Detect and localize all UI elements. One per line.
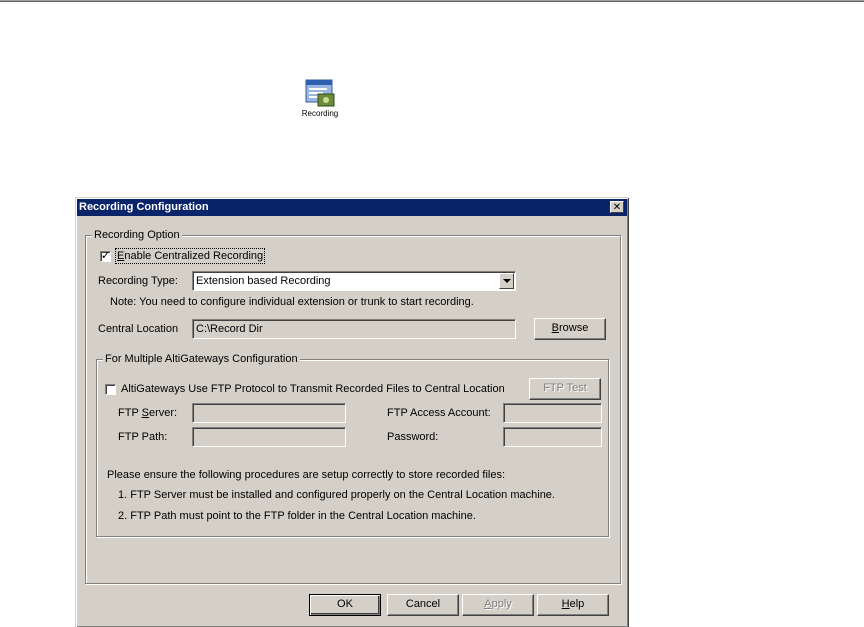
enable-centralized-recording-checkbox[interactable]: ✓ bbox=[100, 250, 111, 262]
ftp-protocol-label[interactable]: AltiGateways Use FTP Protocol to Transmi… bbox=[121, 382, 505, 396]
recording-icon bbox=[305, 79, 335, 107]
ftp-server-field[interactable] bbox=[192, 403, 346, 423]
recording-option-legend: Recording Option bbox=[92, 229, 182, 242]
password-label: Password: bbox=[387, 431, 439, 443]
ftp-path-field[interactable] bbox=[192, 427, 346, 447]
dialog-title: Recording Configuration bbox=[79, 201, 209, 213]
apply-button[interactable]: Apply bbox=[462, 594, 534, 616]
ftp-access-account-label: FTP Access Account: bbox=[387, 407, 491, 419]
central-location-label: Central Location bbox=[98, 323, 179, 335]
central-location-value: C:\Record Dir bbox=[196, 323, 263, 335]
recording-configuration-dialog: Recording Configuration ✕ Recording Opti… bbox=[75, 197, 628, 627]
dialog-titlebar: Recording Configuration ✕ bbox=[77, 199, 627, 216]
cancel-button[interactable]: Cancel bbox=[387, 594, 459, 616]
checkmark-icon: ✓ bbox=[101, 250, 111, 262]
ftp-path-label: FTP Path: bbox=[118, 431, 168, 443]
ftp-protocol-checkbox[interactable] bbox=[105, 384, 116, 395]
central-location-field[interactable]: C:\Record Dir bbox=[192, 319, 516, 339]
ftp-access-account-field[interactable] bbox=[503, 403, 602, 423]
ftp-step-1: 1. FTP Server must be installed and conf… bbox=[118, 489, 555, 501]
recording-type-value: Extension based Recording bbox=[196, 275, 331, 287]
top-rule-shadow bbox=[0, 1, 864, 2]
multi-gateway-legend: For Multiple AltiGateways Configuration bbox=[103, 353, 300, 366]
desktop-recording-shortcut[interactable]: Recording bbox=[298, 77, 342, 123]
password-field[interactable] bbox=[503, 427, 602, 447]
browse-button[interactable]: Browse bbox=[534, 318, 606, 340]
chevron-down-icon[interactable] bbox=[499, 273, 514, 289]
enable-centralized-recording-label[interactable]: Enable Centralized Recording bbox=[114, 248, 266, 264]
ftp-server-label: FTP Server: bbox=[118, 407, 178, 419]
recording-type-label: Recording Type: bbox=[98, 275, 178, 287]
recording-type-select[interactable]: Extension based Recording bbox=[192, 271, 516, 291]
ftp-instructions: Please ensure the following procedures a… bbox=[107, 469, 506, 481]
ftp-step-2: 2. FTP Path must point to the FTP folder… bbox=[118, 510, 476, 522]
close-icon: ✕ bbox=[612, 202, 622, 213]
help-button[interactable]: Help bbox=[537, 594, 609, 616]
ftp-test-button[interactable]: FTP Test bbox=[529, 378, 601, 400]
recording-type-note: Note: You need to configure individual e… bbox=[110, 296, 474, 308]
ok-button[interactable]: OK bbox=[309, 594, 381, 616]
desktop-icon-caption: Recording bbox=[301, 109, 339, 118]
close-button[interactable]: ✕ bbox=[610, 201, 624, 213]
